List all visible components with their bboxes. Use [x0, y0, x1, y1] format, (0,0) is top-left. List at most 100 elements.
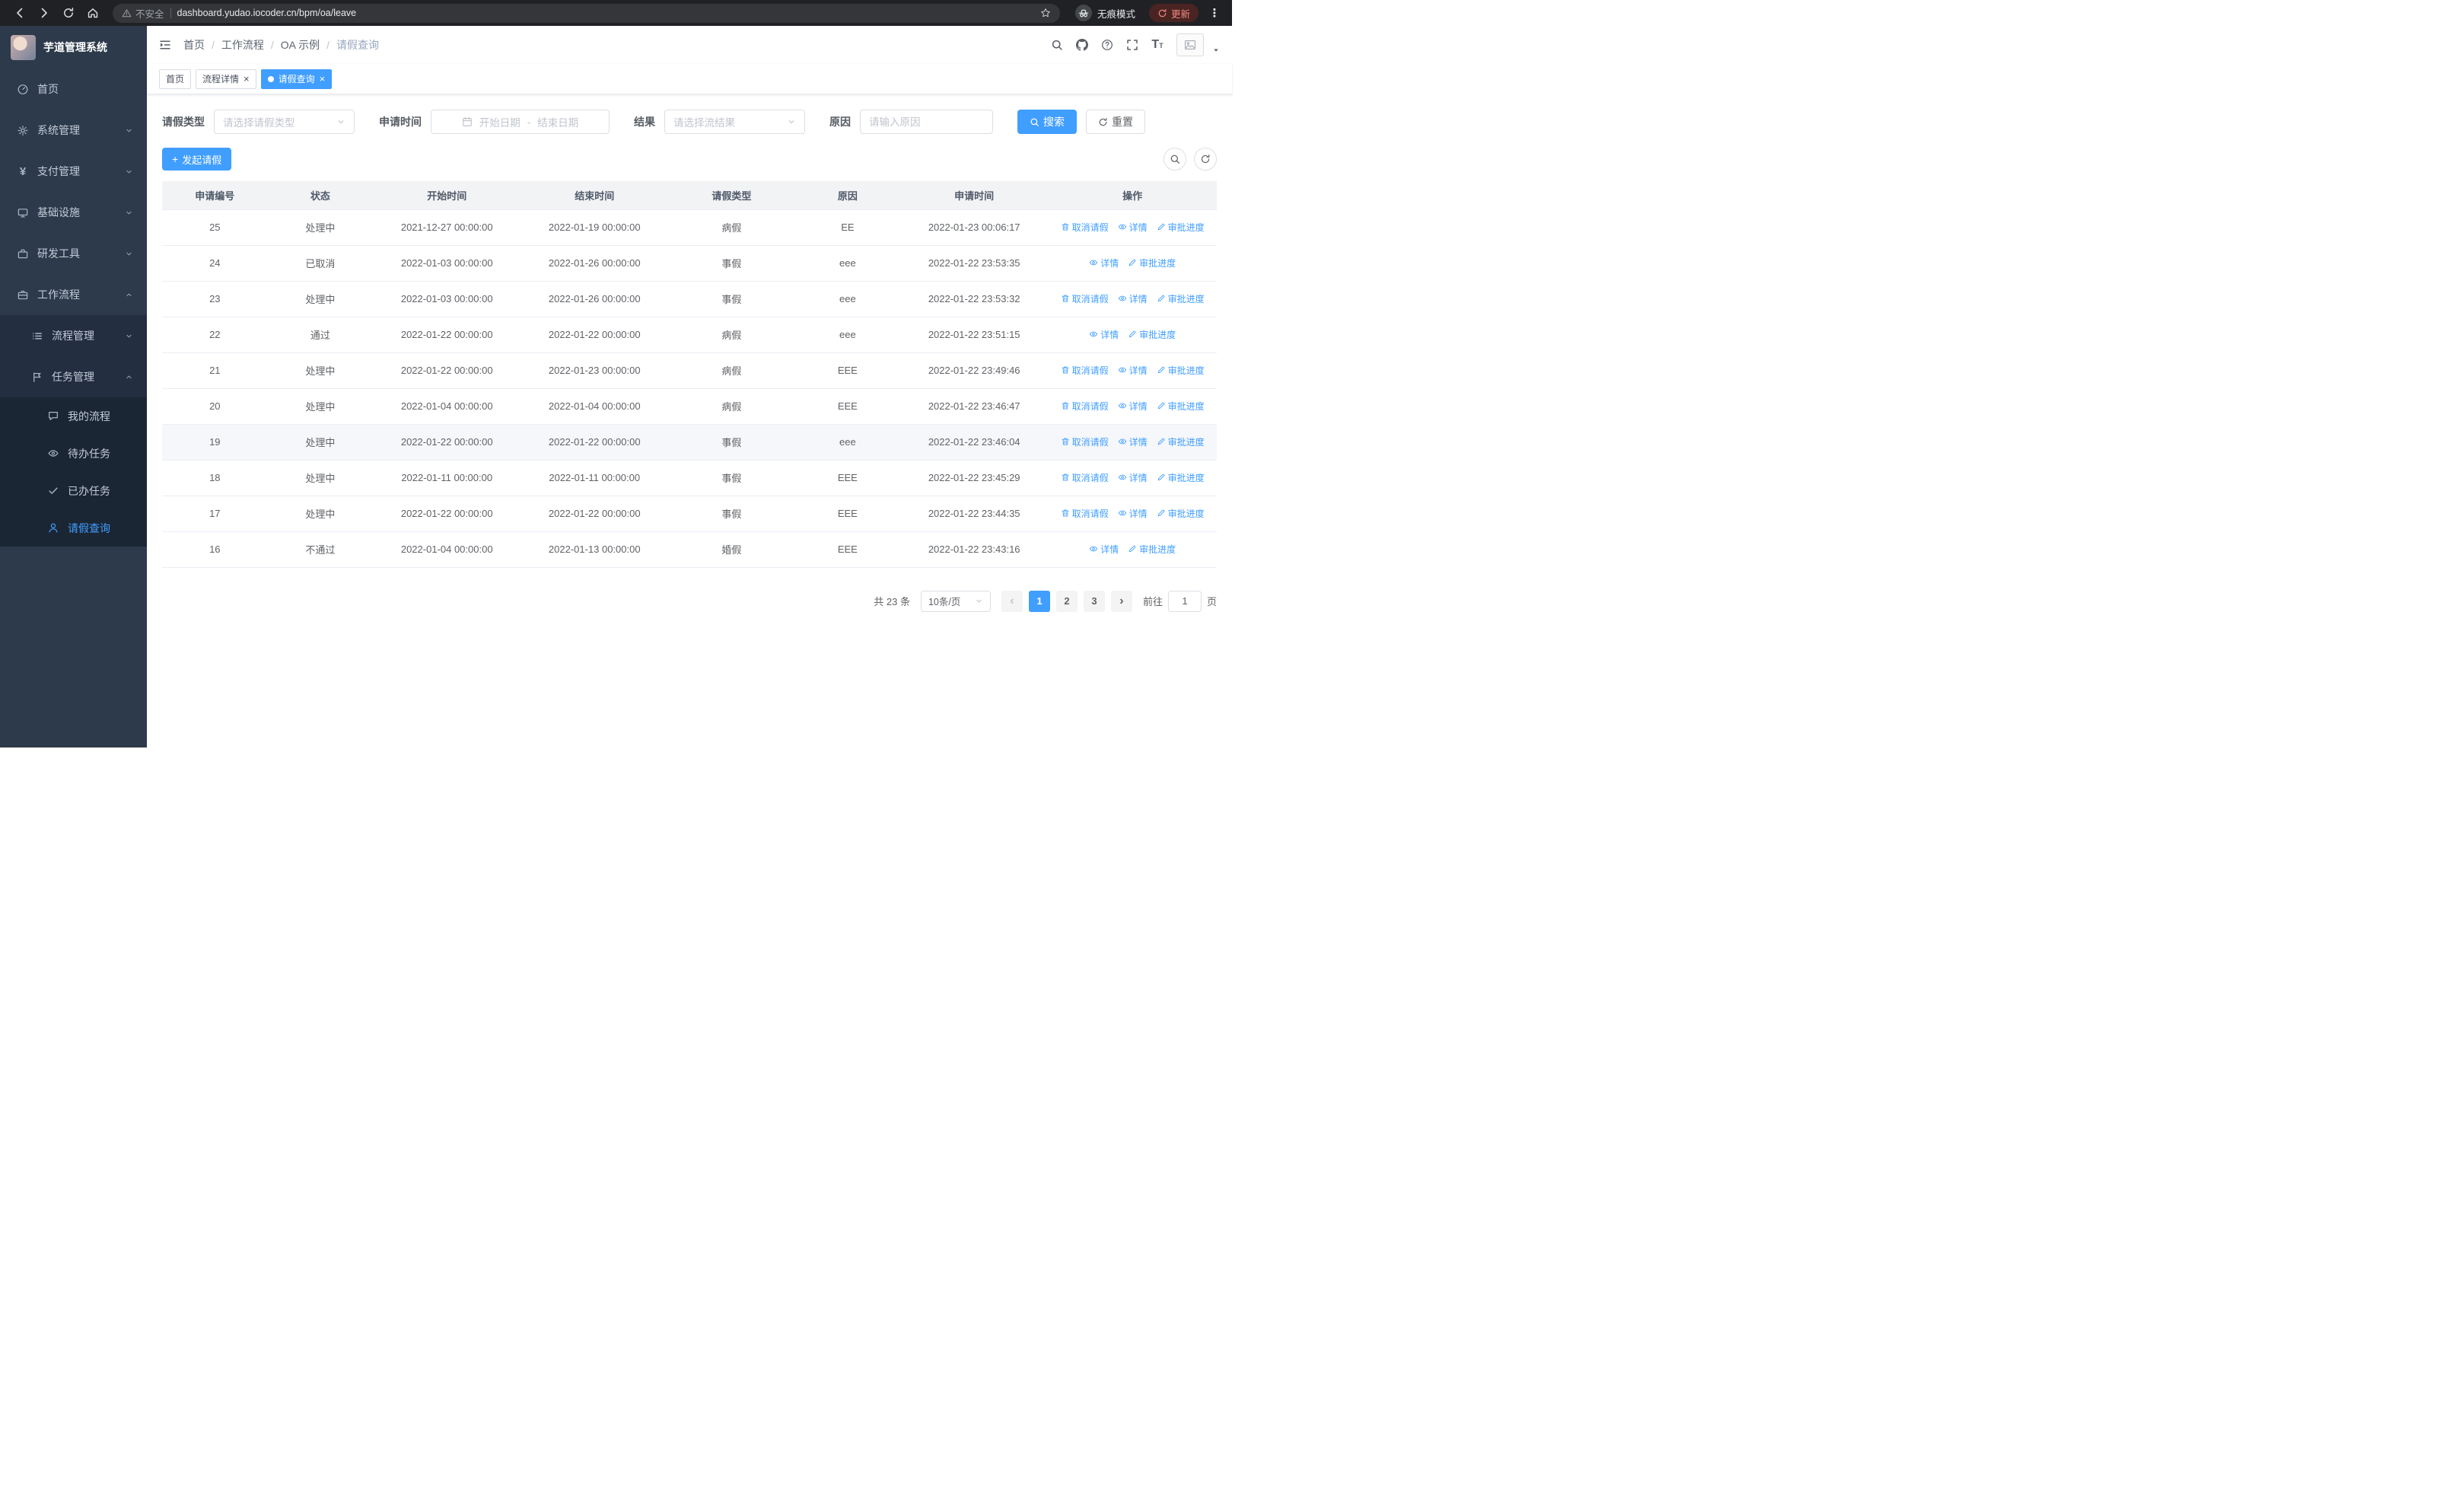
eye-icon: [1118, 508, 1127, 518]
approval-progress-link[interactable]: 审批进度: [1157, 471, 1205, 484]
sidebar-item-leave-query[interactable]: 请假查询: [0, 509, 147, 547]
browser-menu-icon[interactable]: ⋮: [1206, 6, 1223, 20]
browser-home-button[interactable]: [82, 2, 103, 24]
cancel-leave-link[interactable]: 取消请假: [1061, 292, 1109, 305]
cancel-leave-link[interactable]: 取消请假: [1061, 221, 1109, 234]
next-page-button[interactable]: ›: [1110, 590, 1132, 612]
pen-icon: [1128, 258, 1137, 267]
close-icon[interactable]: ×: [244, 74, 250, 84]
sidebar-item-payment-management[interactable]: ¥ 支付管理: [0, 151, 147, 192]
table-row: 22 通过 2022-01-22 00:00:00 2022-01-22 00:00:…: [162, 317, 1217, 353]
fullscreen-button[interactable]: [1126, 39, 1138, 51]
page-button-3[interactable]: 3: [1083, 590, 1105, 612]
breadcrumb-oa-example[interactable]: OA 示例: [281, 37, 320, 53]
collapse-sidebar-button[interactable]: [159, 39, 171, 51]
help-button[interactable]: [1101, 39, 1113, 51]
create-leave-button[interactable]: + 发起请假: [162, 148, 232, 171]
cancel-leave-link[interactable]: 取消请假: [1061, 471, 1109, 484]
incognito-icon: [1078, 7, 1090, 19]
end-time-cell: 2022-01-19 00:00:00: [520, 209, 669, 246]
reason-cell: eee: [794, 317, 901, 353]
close-icon[interactable]: ×: [320, 74, 326, 84]
detail-link[interactable]: 详情: [1118, 364, 1148, 377]
breadcrumb-home[interactable]: 首页: [183, 37, 205, 53]
toggle-search-button[interactable]: [1164, 148, 1186, 171]
prev-page-button[interactable]: ‹: [1001, 590, 1023, 612]
detail-link[interactable]: 详情: [1118, 507, 1148, 520]
approval-progress-link[interactable]: 审批进度: [1157, 292, 1205, 305]
apply-time-cell: 2022-01-22 23:45:29: [900, 460, 1049, 496]
sidebar-item-home[interactable]: 首页: [0, 69, 147, 110]
page-button-2[interactable]: 2: [1055, 590, 1078, 612]
app-title: 芋道管理系统: [43, 41, 107, 53]
sidebar-item-workflow[interactable]: 工作流程: [0, 274, 147, 315]
sidebar-item-dev-tools[interactable]: 研发工具: [0, 233, 147, 274]
apply-time-range-picker[interactable]: 开始日期 - 结束日期: [431, 110, 610, 134]
approval-progress-link[interactable]: 审批进度: [1128, 257, 1176, 269]
detail-link[interactable]: 详情: [1118, 471, 1148, 484]
avatar[interactable]: [1176, 33, 1204, 56]
tab-home[interactable]: 首页: [159, 69, 192, 89]
start-time-cell: 2022-01-22 00:00:00: [373, 496, 521, 532]
leave-type-select[interactable]: 请选择请假类型: [214, 110, 355, 134]
status-cell: 处理中: [267, 281, 374, 317]
cancel-leave-link[interactable]: 取消请假: [1061, 507, 1109, 520]
detail-link[interactable]: 详情: [1118, 435, 1148, 448]
update-button[interactable]: 更新: [1148, 4, 1199, 22]
tab-process-detail[interactable]: 流程详情 ×: [196, 69, 256, 89]
page-size-select[interactable]: 10条/页: [920, 590, 991, 612]
app-logo: 芋道管理系统: [0, 26, 147, 69]
chevron-down-icon: [125, 332, 133, 340]
approval-progress-link[interactable]: 审批进度: [1128, 328, 1176, 341]
approval-progress-link[interactable]: 审批进度: [1157, 435, 1205, 448]
cancel-leave-link[interactable]: 取消请假: [1061, 400, 1109, 413]
browser-forward-button[interactable]: [33, 2, 55, 24]
start-time-cell: 2022-01-11 00:00:00: [373, 460, 521, 496]
table-row: 24 已取消 2022-01-03 00:00:00 2022-01-26 00:00…: [162, 245, 1217, 282]
cancel-leave-link[interactable]: 取消请假: [1061, 364, 1109, 377]
reset-button[interactable]: 重置: [1086, 110, 1145, 134]
detail-link[interactable]: 详情: [1089, 328, 1119, 341]
address-bar[interactable]: 不安全 dashboard.yudao.iocoder.cn/bpm/oa/le…: [113, 3, 1060, 23]
sidebar-item-infrastructure[interactable]: 基础设施: [0, 192, 147, 233]
github-link[interactable]: [1076, 39, 1088, 51]
detail-link[interactable]: 详情: [1118, 400, 1148, 413]
cancel-leave-link[interactable]: 取消请假: [1061, 435, 1109, 448]
sidebar-item-todo-tasks[interactable]: 待办任务: [0, 435, 147, 472]
approval-progress-link[interactable]: 审批进度: [1157, 364, 1205, 377]
approval-progress-link[interactable]: 审批进度: [1157, 507, 1205, 520]
header-search-button[interactable]: [1051, 39, 1063, 51]
approval-progress-link[interactable]: 审批进度: [1157, 400, 1205, 413]
leave-type-cell: 事假: [668, 496, 795, 532]
font-size-button[interactable]: TT: [1151, 39, 1164, 51]
detail-link[interactable]: 详情: [1118, 221, 1148, 234]
sidebar-item-system-management[interactable]: 系统管理: [0, 110, 147, 151]
apply-time-cell: 2022-01-22 23:46:47: [900, 388, 1049, 425]
search-button[interactable]: 搜索: [1017, 110, 1077, 134]
goto-page-input[interactable]: [1167, 590, 1202, 612]
tab-leave-query[interactable]: 请假查询 ×: [260, 69, 333, 89]
chevron-down-icon: [125, 126, 133, 135]
sidebar-item-label: 已办任务: [68, 484, 110, 497]
browser-reload-button[interactable]: [58, 2, 79, 24]
page-button-1[interactable]: 1: [1028, 590, 1050, 612]
breadcrumb-workflow[interactable]: 工作流程: [221, 37, 264, 53]
detail-link[interactable]: 详情: [1089, 543, 1119, 556]
detail-link[interactable]: 详情: [1089, 257, 1119, 269]
sidebar-item-task-management[interactable]: 任务管理: [0, 356, 147, 397]
sidebar-item-done-tasks[interactable]: 已办任务: [0, 472, 147, 509]
approval-progress-link[interactable]: 审批进度: [1128, 543, 1176, 556]
sidebar-item-process-management[interactable]: 流程管理: [0, 315, 147, 356]
security-chip[interactable]: 不安全: [122, 6, 164, 21]
sidebar-item-my-process[interactable]: 我的流程: [0, 397, 147, 435]
bookmark-star-icon[interactable]: [1040, 8, 1051, 18]
browser-back-button[interactable]: [9, 2, 30, 24]
approval-progress-link[interactable]: 审批进度: [1157, 221, 1205, 234]
detail-link[interactable]: 详情: [1118, 292, 1148, 305]
sidebar-item-label: 流程管理: [52, 330, 94, 342]
result-select[interactable]: 请选择流结果: [664, 110, 805, 134]
reason-input[interactable]: [861, 110, 992, 133]
refresh-table-button[interactable]: [1194, 148, 1217, 171]
breadcrumb-separator: /: [326, 39, 330, 51]
status-cell: 处理中: [267, 209, 374, 246]
